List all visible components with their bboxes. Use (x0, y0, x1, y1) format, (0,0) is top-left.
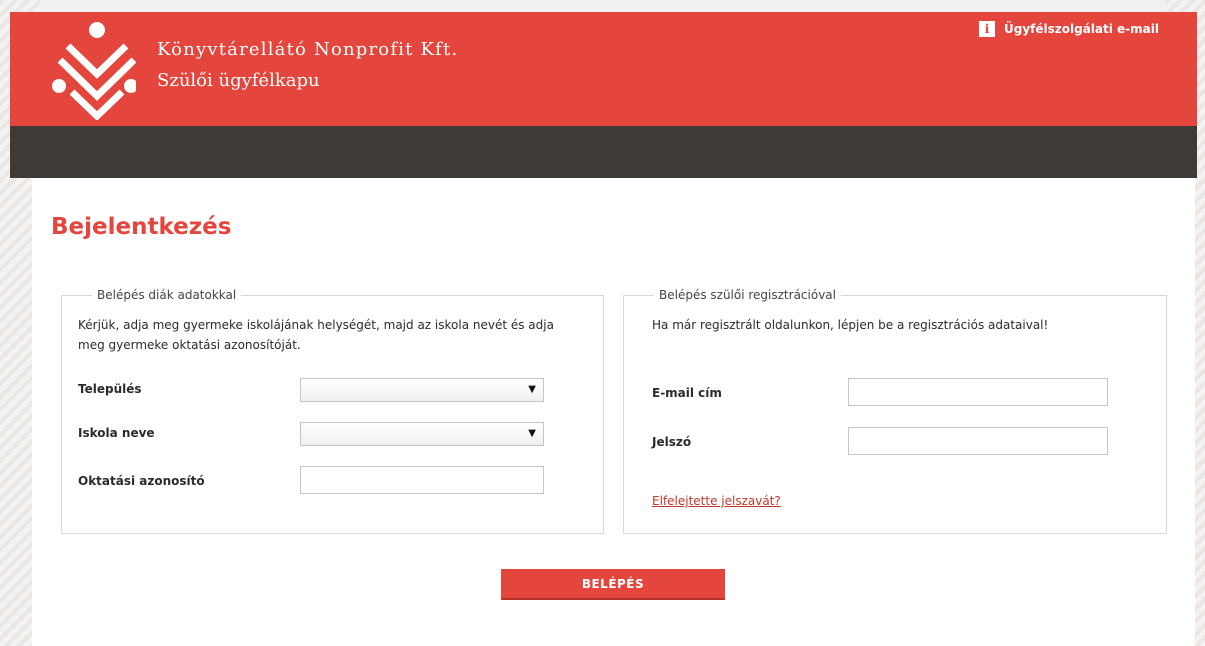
student-login-legend: Belépés diák adatokkal (97, 288, 237, 302)
page-title: Bejelentkezés (51, 214, 232, 240)
settlement-select[interactable]: ▼ (300, 378, 544, 402)
chevron-down-icon: ▼ (528, 428, 536, 439)
parent-login-legend: Belépés szülői regisztrációval (659, 288, 836, 302)
navigation-bar (10, 126, 1197, 178)
support-email-label: Ügyfélszolgálati e-mail (1004, 22, 1159, 36)
password-label: Jelszó (652, 435, 692, 449)
student-login-intro: Kérjük, adja meg gyermeke iskolájának he… (78, 318, 554, 352)
student-login-panel: Belépés diák adatokkal Kérjük, adja meg … (61, 288, 604, 534)
email-label: E-mail cím (652, 386, 722, 400)
education-id-label: Oktatási azonosító (78, 474, 205, 488)
parent-login-intro: Ha már regisztrált oldalunkon, lépjen be… (652, 318, 1049, 332)
brand-subtitle: Szülői ügyfélkapu (157, 70, 320, 91)
chevron-down-icon: ▼ (528, 384, 536, 395)
company-logo (52, 22, 136, 120)
brand-name: Könyvtárellátó Nonprofit Kft. (157, 39, 459, 60)
support-email-link[interactable]: i Ügyfélszolgálati e-mail (979, 21, 1159, 37)
password-field[interactable] (848, 427, 1108, 455)
school-name-select[interactable]: ▼ (300, 422, 544, 446)
site-header: Könyvtárellátó Nonprofit Kft. Szülői ügy… (10, 12, 1197, 126)
forgot-password-link[interactable]: Elfelejtette jelszavát? (652, 494, 781, 508)
email-field[interactable] (848, 378, 1108, 406)
parent-login-panel: Belépés szülői regisztrációval Ha már re… (623, 288, 1167, 534)
login-button[interactable]: BELÉPÉS (501, 569, 725, 600)
school-name-label: Iskola neve (78, 426, 155, 440)
education-id-input[interactable] (300, 466, 544, 494)
settlement-label: Település (78, 382, 142, 396)
info-icon: i (979, 21, 995, 37)
main-content: Bejelentkezés Belépés diák adatokkal Kér… (32, 178, 1195, 646)
